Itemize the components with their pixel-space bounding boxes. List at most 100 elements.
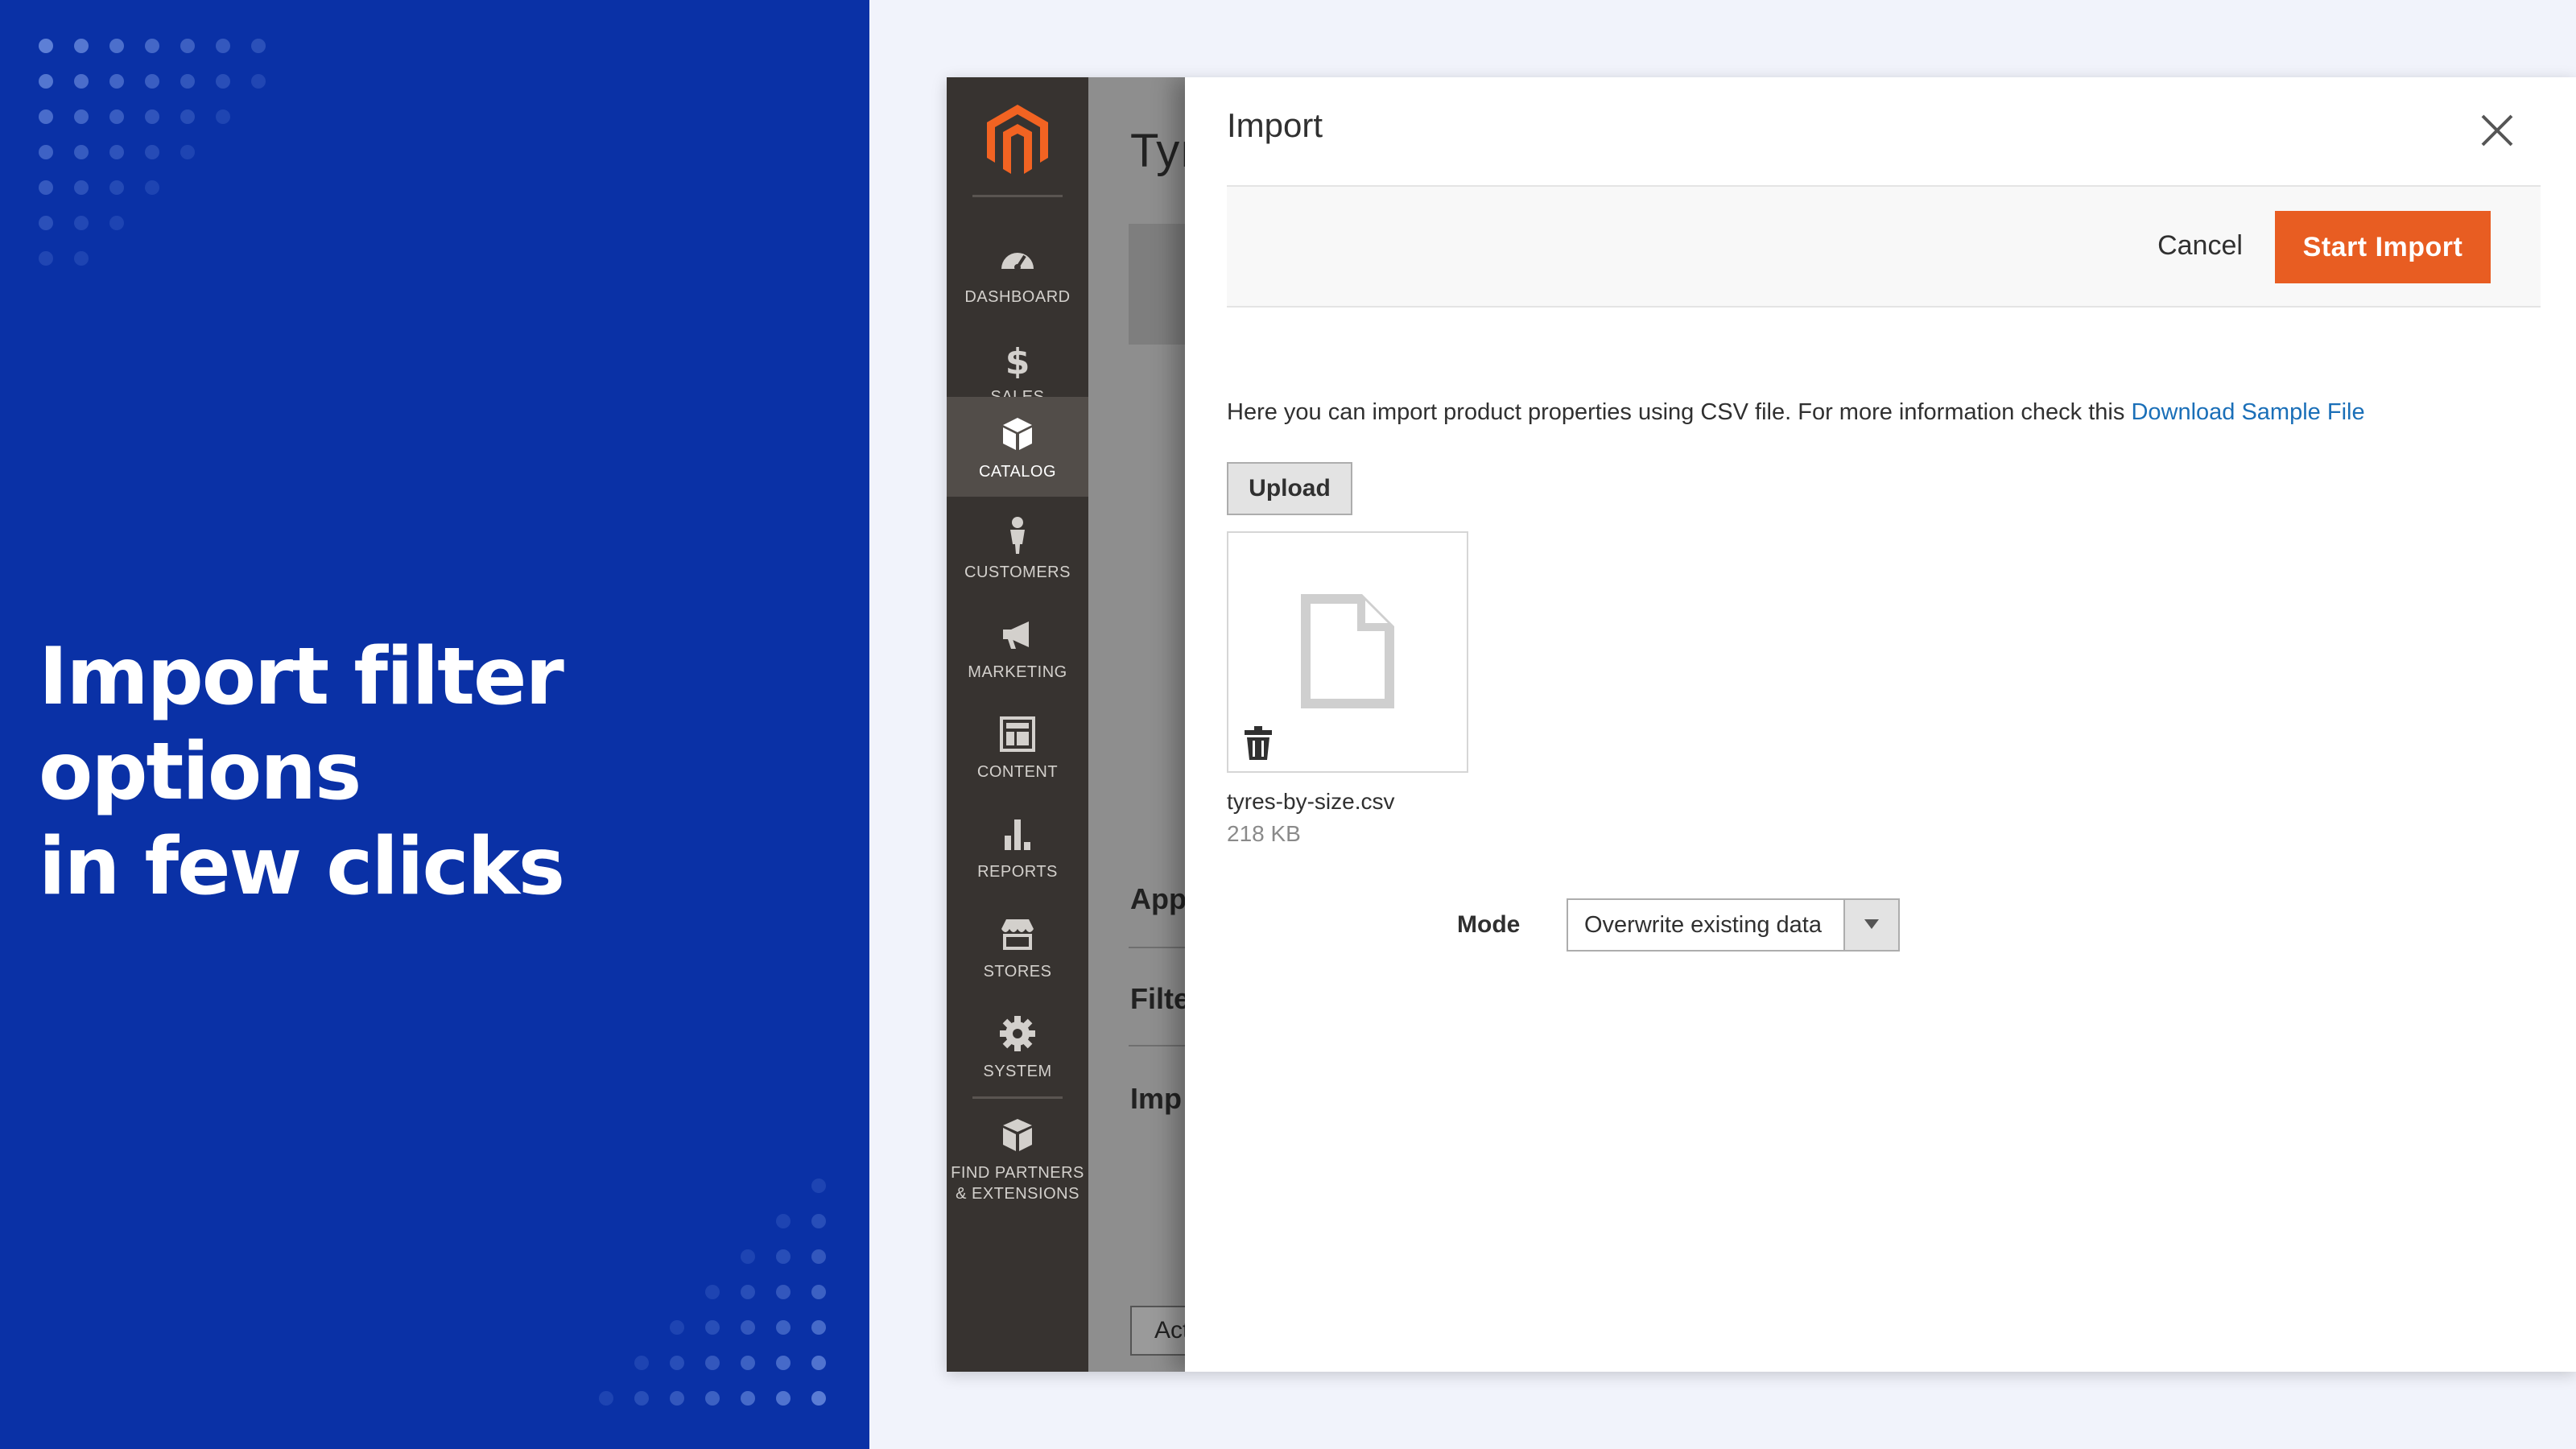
decorative-dot <box>145 39 159 53</box>
decorative-dot <box>670 1320 684 1335</box>
sidebar-item-customers[interactable]: CUSTOMERS <box>947 497 1088 597</box>
section-divider <box>1129 947 1193 948</box>
decorative-dot <box>216 74 230 89</box>
decorative-dot <box>39 180 53 195</box>
decorative-dot <box>776 1214 791 1228</box>
sidebar-item-dashboard[interactable]: DASHBOARD <box>947 222 1088 322</box>
mode-dropdown-toggle[interactable] <box>1843 900 1898 950</box>
decorative-dot <box>74 74 89 89</box>
decorative-dot <box>741 1249 755 1264</box>
sidebar-item-label: FIND PARTNERS & EXTENSIONS <box>947 1162 1088 1204</box>
decorative-dot <box>634 1391 649 1406</box>
close-icon[interactable] <box>2476 109 2518 151</box>
sidebar-item-content[interactable]: CONTENT <box>947 697 1088 797</box>
sidebar-item-stores[interactable]: STORES <box>947 897 1088 997</box>
decorative-dot <box>39 39 53 53</box>
page-title: Tyı <box>1130 125 1193 177</box>
decorative-dot <box>811 1391 826 1406</box>
decorative-dot <box>634 1356 649 1370</box>
sidebar-item-marketing[interactable]: MARKETING <box>947 597 1088 697</box>
layout-icon <box>1000 716 1035 752</box>
magento-logo-icon[interactable] <box>987 105 1048 174</box>
decorative-dot <box>811 1249 826 1264</box>
decorative-dot <box>705 1391 720 1406</box>
mode-select[interactable]: Overwrite existing data <box>1567 898 1900 952</box>
person-icon <box>1010 517 1025 554</box>
headline-line-2: in few clicks <box>39 821 565 913</box>
decorative-dot <box>776 1320 791 1335</box>
sidebar-item-find-partners[interactable]: FIND PARTNERS & EXTENSIONS <box>947 1101 1088 1238</box>
sidebar-divider <box>972 195 1063 197</box>
sidebar-item-label: SYSTEM <box>983 1063 1052 1080</box>
trash-icon[interactable] <box>1245 726 1272 760</box>
promo-headline: Import filter options in few clicks <box>39 630 844 914</box>
modal-title: Import <box>1227 106 1323 144</box>
decorative-dot <box>811 1320 826 1335</box>
decorative-dot <box>216 109 230 124</box>
decorative-dot <box>74 251 89 266</box>
caret-down-icon <box>1864 919 1879 929</box>
upload-button[interactable]: Upload <box>1227 462 1352 515</box>
import-modal: Import Cancel Start Import Here you can … <box>1185 77 2576 1372</box>
sidebar-item-label: MARKETING <box>968 663 1067 681</box>
decorative-dot <box>74 145 89 159</box>
decorative-dot <box>180 39 195 53</box>
decorative-dot <box>811 1214 826 1228</box>
document-icon <box>1301 594 1394 708</box>
decorative-dot <box>251 74 266 89</box>
modal-action-bar: Cancel Start Import <box>1227 185 2541 308</box>
megaphone-icon <box>1003 621 1029 649</box>
sidebar-item-label: REPORTS <box>977 863 1058 881</box>
storefront-icon <box>1001 919 1034 950</box>
decorative-dot <box>741 1320 755 1335</box>
sidebar-item-label: CONTENT <box>976 763 1059 781</box>
decorative-dot <box>145 74 159 89</box>
decorative-dot <box>180 145 195 159</box>
background-panel <box>1129 224 1193 345</box>
decorative-dot <box>811 1285 826 1299</box>
svg-text:$: $ <box>1005 341 1030 378</box>
sidebar-item-reports[interactable]: REPORTS <box>947 797 1088 897</box>
decorative-dot <box>109 109 124 124</box>
info-text: Here you can import product properties u… <box>1227 399 2132 425</box>
sidebar-item-catalog[interactable]: CATALOG <box>947 397 1088 497</box>
decorative-dot <box>109 39 124 53</box>
decorative-dot <box>109 180 124 195</box>
gear-icon <box>1000 1016 1035 1051</box>
headline-line-1: Import filter options <box>39 631 564 818</box>
decorative-dot <box>145 145 159 159</box>
decorative-dot <box>74 216 89 230</box>
section-heading: Imp <box>1130 1082 1183 1115</box>
cancel-button[interactable]: Cancel <box>2140 211 2260 280</box>
download-sample-link[interactable]: Download Sample File <box>2131 399 2364 425</box>
section-heading: Filte <box>1130 982 1191 1015</box>
decorative-dot <box>705 1285 720 1299</box>
section-divider <box>1129 1045 1193 1046</box>
decorative-dot <box>109 145 124 159</box>
dashboard-icon <box>1001 253 1034 270</box>
decorative-dot <box>741 1356 755 1370</box>
decorative-dot <box>145 180 159 195</box>
decorative-dot <box>109 216 124 230</box>
decorative-dot <box>776 1391 791 1406</box>
admin-window: DASHBOARD $ SALES CATALOG CUSTOMERS <box>947 77 2576 1372</box>
decorative-dot <box>74 39 89 53</box>
decorative-dot <box>705 1320 720 1335</box>
sidebar-item-label: STORES <box>983 963 1052 980</box>
sidebar-item-system[interactable]: SYSTEM <box>947 997 1088 1096</box>
start-import-button[interactable]: Start Import <box>2275 211 2491 283</box>
sidebar-item-label: CATALOG <box>978 463 1057 481</box>
decorative-dot <box>39 251 53 266</box>
bar-chart-icon <box>1005 819 1030 850</box>
decorative-dot <box>39 145 53 159</box>
dollar-icon: $ <box>1005 341 1030 378</box>
decorative-dot <box>776 1285 791 1299</box>
decorative-dot <box>670 1356 684 1370</box>
mode-selected-value: Overwrite existing data <box>1584 912 1822 938</box>
decorative-dot <box>145 109 159 124</box>
file-name: tyres-by-size.csv <box>1227 789 1395 814</box>
decorative-dot <box>741 1285 755 1299</box>
sidebar-item-label: DASHBOARD <box>964 288 1071 306</box>
decorative-dot <box>216 39 230 53</box>
decorative-dot <box>811 1179 826 1193</box>
